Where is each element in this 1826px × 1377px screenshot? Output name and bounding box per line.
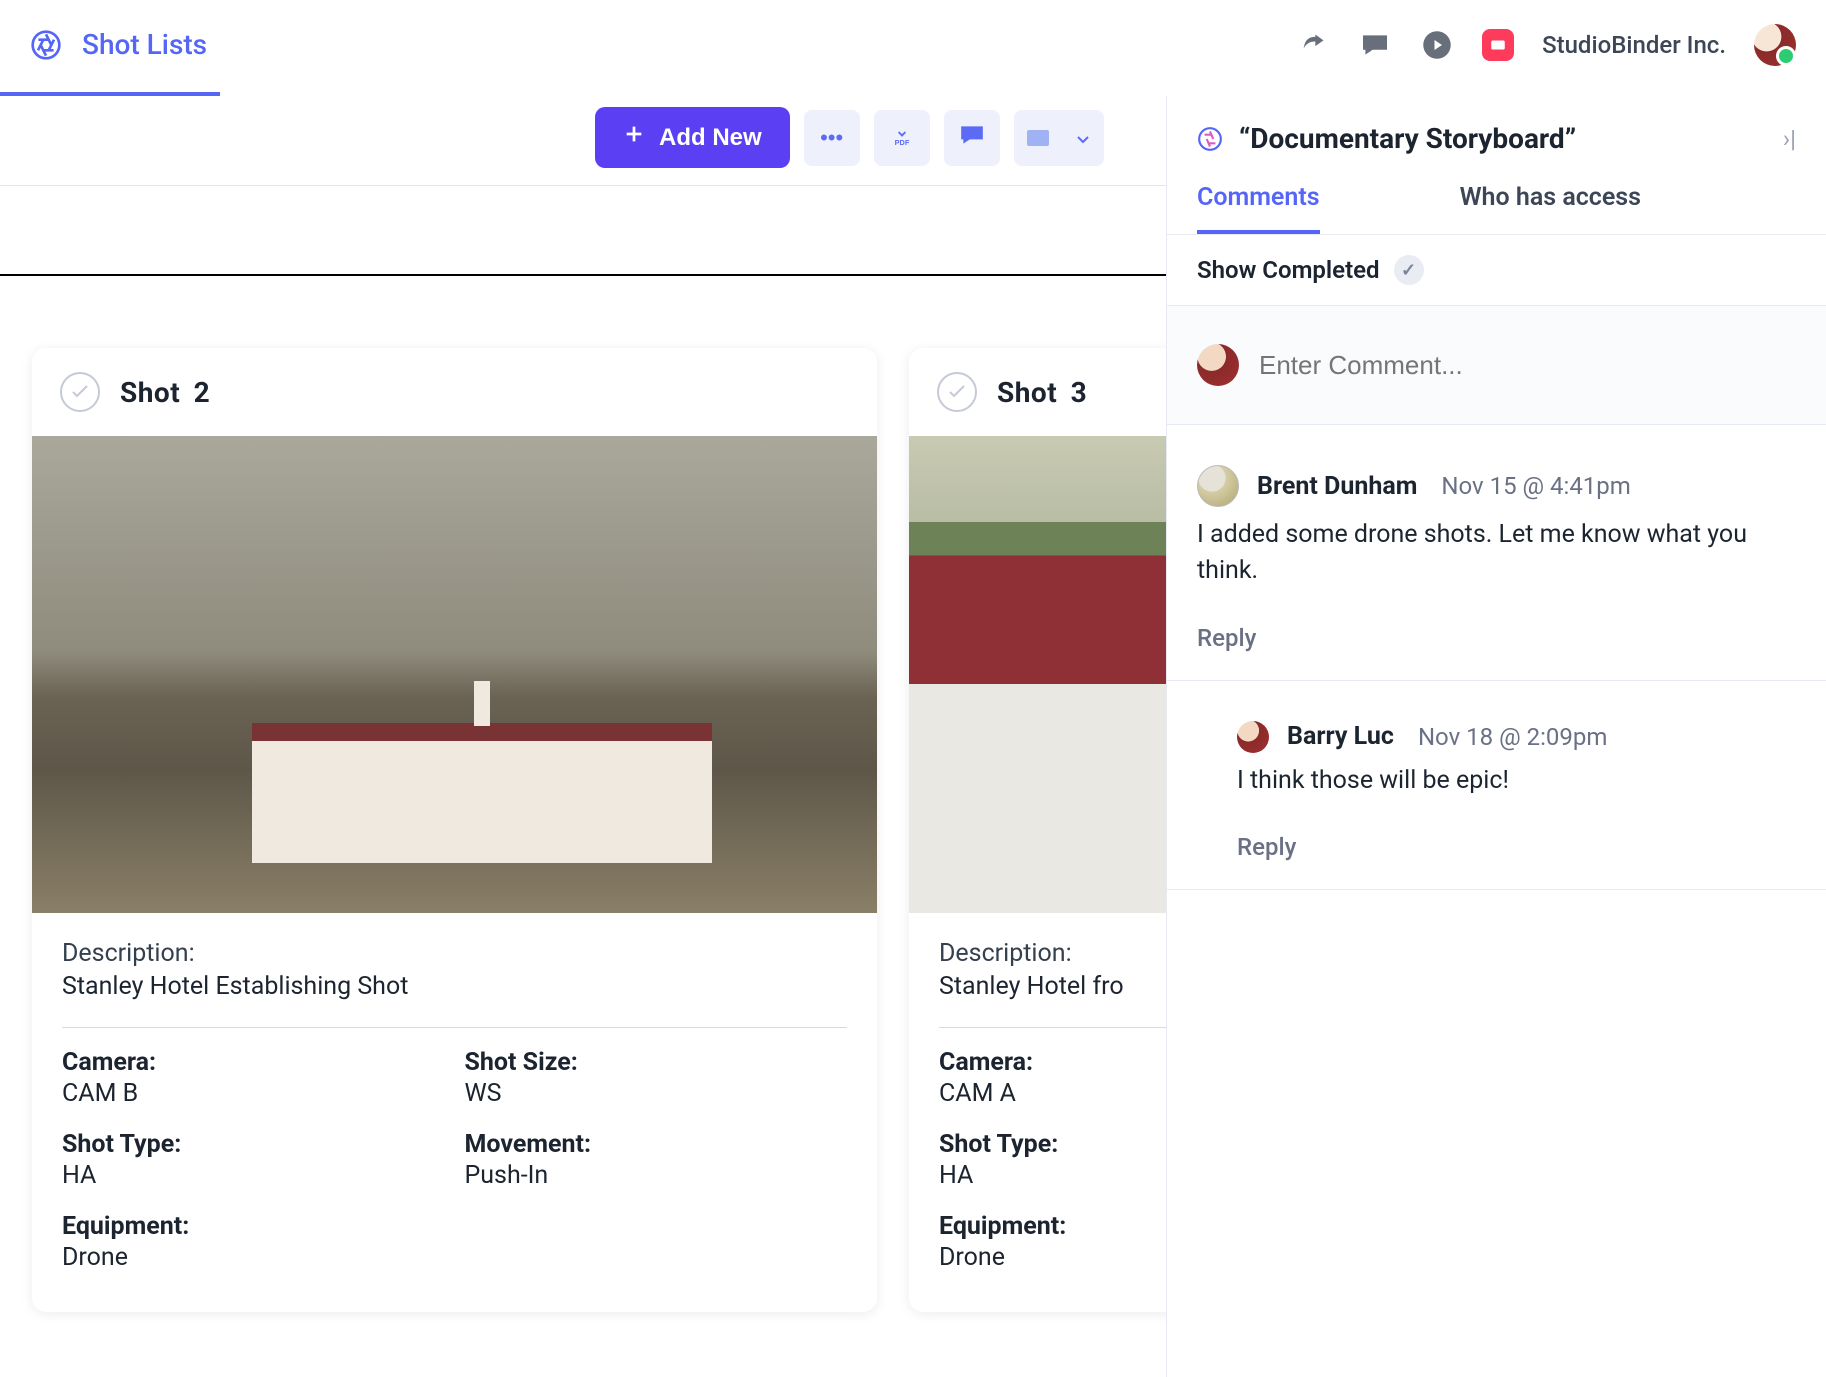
shot-label: Shot — [120, 376, 180, 409]
add-new-label: Add New — [659, 124, 762, 152]
card-icon — [1027, 130, 1049, 146]
svg-text:PDF: PDF — [894, 138, 909, 147]
meta-grid: Camera: CAM B Shot Size: WS Shot Type: H… — [62, 1048, 847, 1272]
download-pdf-icon: PDF — [891, 123, 913, 153]
meta-value: Push-In — [465, 1161, 848, 1190]
share-icon[interactable] — [1296, 28, 1330, 62]
comment-author: Brent Dunham — [1257, 472, 1417, 501]
comment-author: Barry Luc — [1287, 722, 1394, 751]
panel-tabs: Comments Who has access — [1167, 183, 1826, 235]
comment: Barry Luc Nov 18 @ 2:09pm I think those … — [1167, 681, 1826, 890]
meta-value: CAM B — [62, 1079, 445, 1108]
comment-time: Nov 18 @ 2:09pm — [1418, 723, 1607, 751]
panel-title: “Documentary Storyboard” — [1239, 122, 1767, 155]
meta-item: Shot Type: HA — [62, 1130, 445, 1190]
avatar — [1197, 465, 1239, 507]
check-circle-icon[interactable] — [60, 372, 100, 412]
meta-item: Equipment: Drone — [62, 1212, 445, 1272]
comment-head: Brent Dunham Nov 15 @ 4:41pm — [1197, 465, 1796, 507]
org-name[interactable]: StudioBinder Inc. — [1542, 31, 1726, 59]
meta-label: Camera: — [62, 1048, 445, 1077]
show-completed-label: Show Completed — [1197, 256, 1380, 284]
aperture-icon — [30, 29, 62, 61]
chevron-down-icon — [1076, 125, 1090, 151]
avatar[interactable] — [1754, 24, 1796, 66]
meta-item: Camera: CAM B — [62, 1048, 445, 1108]
comment: Brent Dunham Nov 15 @ 4:41pm I added som… — [1167, 425, 1826, 681]
shot-number: 2 — [194, 376, 211, 409]
plus-icon — [623, 123, 645, 152]
comments-panel: “Documentary Storyboard” ›| Comments Who… — [1166, 96, 1826, 1377]
present-icon — [959, 124, 985, 152]
reply-button[interactable]: Reply — [1237, 833, 1796, 861]
comment-body: I think those will be epic! — [1237, 763, 1796, 799]
shot-title: Shot 2 — [120, 376, 210, 409]
app-badge-icon[interactable] — [1482, 29, 1514, 61]
meta-divider — [62, 1027, 847, 1028]
shot-body: Description: Stanley Hotel Establishing … — [32, 913, 877, 1312]
check-icon[interactable]: ✓ — [1394, 255, 1424, 285]
topbar-right: StudioBinder Inc. — [1296, 24, 1796, 66]
comment-head: Barry Luc Nov 18 @ 2:09pm — [1237, 721, 1796, 753]
shot-image[interactable] — [32, 436, 877, 913]
shot-title: Shot 3 — [997, 376, 1087, 409]
collapse-icon[interactable]: ›| — [1783, 125, 1796, 153]
panel-header: “Documentary Storyboard” ›| — [1167, 96, 1826, 155]
show-completed-row: Show Completed ✓ — [1167, 235, 1826, 306]
reply-button[interactable]: Reply — [1197, 624, 1796, 652]
tab-access[interactable]: Who has access — [1460, 183, 1641, 234]
view-mode-button[interactable] — [1014, 110, 1104, 166]
tab-comments[interactable]: Comments — [1197, 183, 1320, 234]
description-label: Description: — [62, 939, 847, 968]
meta-value: HA — [62, 1161, 445, 1190]
meta-label: Movement: — [465, 1130, 848, 1159]
shot-card[interactable]: Shot 2 Description: Stanley Hotel Establ… — [32, 348, 877, 1312]
meta-value: Drone — [62, 1243, 445, 1272]
meta-value: WS — [465, 1079, 848, 1108]
export-pdf-button[interactable]: PDF — [874, 110, 930, 166]
more-horizontal-icon: ••• — [820, 125, 843, 151]
topbar-left: Shot Lists — [30, 0, 207, 91]
comment-time: Nov 15 @ 4:41pm — [1441, 472, 1630, 500]
tab-underline — [0, 92, 220, 96]
present-button[interactable] — [944, 110, 1000, 166]
meta-label: Shot Type: — [62, 1130, 445, 1159]
avatar — [1197, 344, 1239, 386]
chat-icon[interactable] — [1358, 28, 1392, 62]
meta-item: Movement: Push-In — [465, 1130, 848, 1190]
aperture-icon — [1197, 126, 1223, 152]
page-tab[interactable]: Shot Lists — [82, 28, 207, 91]
meta-item: Shot Size: WS — [465, 1048, 848, 1108]
comment-input[interactable] — [1259, 350, 1796, 381]
comment-body: I added some drone shots. Let me know wh… — [1197, 517, 1796, 590]
check-circle-icon[interactable] — [937, 372, 977, 412]
topbar: Shot Lists StudioBinder Inc. — [0, 0, 1826, 90]
shot-header: Shot 2 — [32, 348, 877, 436]
add-new-button[interactable]: Add New — [595, 107, 790, 168]
description-text: Stanley Hotel Establishing Shot — [62, 972, 847, 1001]
meta-label: Equipment: — [62, 1212, 445, 1241]
shot-label: Shot — [997, 376, 1057, 409]
more-button[interactable]: ••• — [804, 110, 860, 166]
shot-number: 3 — [1071, 376, 1088, 409]
meta-label: Shot Size: — [465, 1048, 848, 1077]
avatar — [1237, 721, 1269, 753]
comment-input-row — [1167, 306, 1826, 425]
play-icon[interactable] — [1420, 28, 1454, 62]
